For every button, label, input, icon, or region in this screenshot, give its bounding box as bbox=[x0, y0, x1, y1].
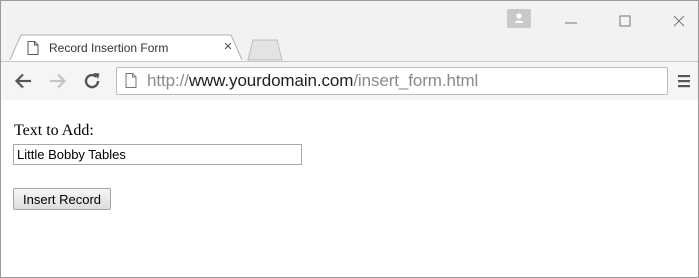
url-scheme: http:// bbox=[147, 71, 189, 90]
back-arrow-icon[interactable] bbox=[13, 70, 35, 92]
tab-record-insertion-form[interactable]: Record Insertion Form × bbox=[9, 34, 245, 62]
maximize-icon[interactable] bbox=[611, 11, 639, 31]
url-domain: www.yourdomain.com bbox=[188, 71, 354, 90]
browser-toolbar: http://www.yourdomain.com/insert_form.ht… bbox=[1, 61, 698, 101]
forward-arrow-icon[interactable] bbox=[46, 70, 68, 92]
profile-icon[interactable] bbox=[507, 9, 531, 28]
close-icon[interactable] bbox=[665, 11, 693, 31]
url-text: http://www.yourdomain.com/insert_form.ht… bbox=[147, 71, 478, 91]
tab-title: Record Insertion Form bbox=[49, 41, 169, 55]
browser-window: Record Insertion Form × http://www.yourd… bbox=[0, 0, 699, 278]
text-to-add-label: Text to Add: bbox=[14, 122, 94, 139]
page-icon bbox=[125, 73, 137, 88]
url-path: /insert_form.html bbox=[353, 71, 479, 90]
page-content: Text to Add: Insert Record bbox=[1, 100, 698, 277]
menu-icon[interactable] bbox=[676, 73, 692, 89]
tab-close-icon[interactable]: × bbox=[220, 39, 236, 55]
title-bar: Record Insertion Form × bbox=[1, 1, 698, 62]
text-to-add-input[interactable] bbox=[13, 144, 302, 165]
page-icon bbox=[27, 41, 39, 55]
insert-record-button[interactable]: Insert Record bbox=[13, 188, 112, 210]
address-bar[interactable]: http://www.yourdomain.com/insert_form.ht… bbox=[116, 67, 668, 95]
reload-icon[interactable] bbox=[81, 70, 103, 92]
minimize-icon[interactable] bbox=[557, 11, 585, 31]
new-tab-button[interactable] bbox=[247, 39, 283, 61]
